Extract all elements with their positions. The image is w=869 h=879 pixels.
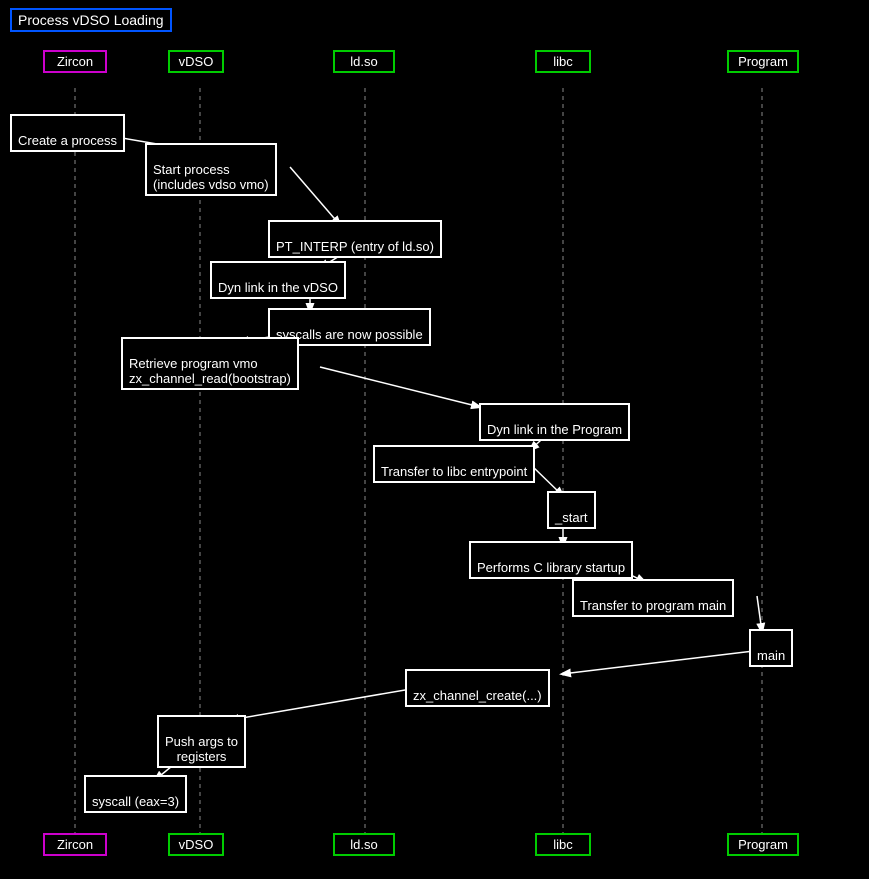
step-syscall: syscall (eax=3) [84, 775, 187, 813]
step-transfer-main: Transfer to program main [572, 579, 734, 617]
header-vdso-top: vDSO [168, 50, 224, 73]
diagram: Process vDSO Loading Zircon vDSO ld.so l… [0, 0, 869, 879]
step-main: main [749, 629, 793, 667]
header-zircon-bottom: Zircon [43, 833, 107, 856]
step-transfer-libc: Transfer to libc entrypoint [373, 445, 535, 483]
header-vdso-bottom: vDSO [168, 833, 224, 856]
header-zircon-top: Zircon [43, 50, 107, 73]
step-zx-channel-create: zx_channel_create(...) [405, 669, 550, 707]
step-create-process: Create a process [10, 114, 125, 152]
title-box: Process vDSO Loading [10, 8, 172, 32]
step-dyn-link-program: Dyn link in the Program [479, 403, 630, 441]
step-pt-interp: PT_INTERP (entry of ld.so) [268, 220, 442, 258]
header-libc-top: libc [535, 50, 591, 73]
step-start: _start [547, 491, 596, 529]
step-push-args: Push args to registers [157, 715, 246, 768]
arrows-svg [0, 0, 869, 879]
title-text: Process vDSO Loading [18, 12, 164, 28]
step-retrieve-program-vmo: Retrieve program vmo zx_channel_read(boo… [121, 337, 299, 390]
step-dyn-link-vdso: Dyn link in the vDSO [210, 261, 346, 299]
header-libc-bottom: libc [535, 833, 591, 856]
header-program-bottom: Program [727, 833, 799, 856]
header-program-top: Program [727, 50, 799, 73]
step-start-process: Start process (includes vdso vmo) [145, 143, 277, 196]
header-ldso-top: ld.so [333, 50, 395, 73]
step-c-library-startup: Performs C library startup [469, 541, 633, 579]
header-ldso-bottom: ld.so [333, 833, 395, 856]
